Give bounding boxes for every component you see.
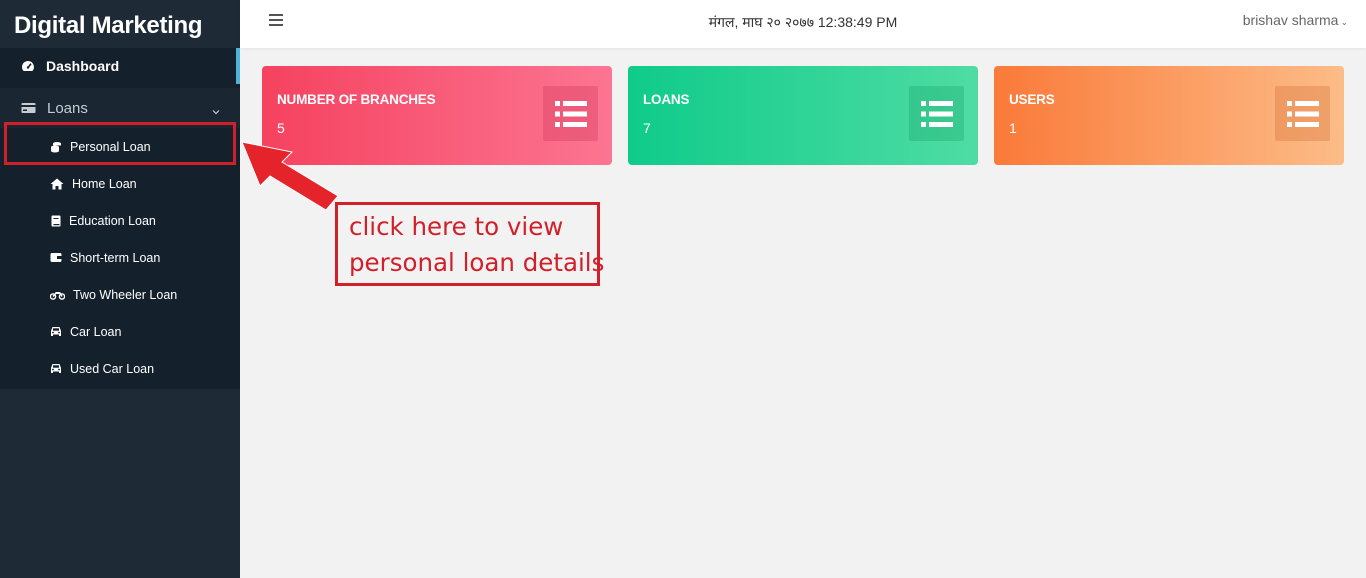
home-icon bbox=[50, 178, 64, 190]
loans-submenu: Personal Loan Home Loan Education Loan S… bbox=[0, 128, 240, 389]
book-icon bbox=[50, 215, 61, 227]
annotation-line: personal loan details bbox=[349, 248, 605, 277]
sidebar-item-short-term-loan[interactable]: Short-term Loan bbox=[0, 239, 240, 276]
sidebar-item-used-car-loan[interactable]: Used Car Loan bbox=[0, 350, 240, 387]
list-icon bbox=[1275, 86, 1330, 141]
list-icon bbox=[543, 86, 598, 141]
credit-card-icon bbox=[20, 101, 36, 115]
speedometer-icon bbox=[20, 59, 36, 73]
card-title: NUMBER OF BRANCHES bbox=[277, 92, 436, 107]
user-name: brishav sharma bbox=[1242, 12, 1339, 28]
current-datetime: मंगल, माघ २० २०७७ 12:38:49 PM bbox=[708, 14, 898, 30]
sidebar-menu: Dashboard Loans Personal Loan Home Loan … bbox=[0, 48, 240, 389]
car-icon bbox=[50, 363, 62, 375]
annotation-line: click here to view bbox=[349, 212, 564, 241]
user-menu[interactable]: brishav sharma ⌄ bbox=[1243, 12, 1348, 28]
sidebar-item-label: Loans bbox=[47, 99, 88, 117]
personal-loan-highlight-box bbox=[4, 122, 236, 165]
chevron-down-icon[interactable] bbox=[212, 102, 220, 119]
sidebar-item-car-loan[interactable]: Car Loan bbox=[0, 313, 240, 350]
sidebar: Digital Marketing Dashboard Loans Person… bbox=[0, 0, 240, 578]
car-icon bbox=[50, 326, 62, 338]
annotation-note: click here to view personal loan details bbox=[335, 202, 605, 286]
sidebar-item-label: Short-term Loan bbox=[70, 250, 161, 265]
topbar: मंगल, माघ २० २०७७ 12:38:49 PM brishav sh… bbox=[240, 0, 1366, 48]
card-value: 1 bbox=[1009, 120, 1017, 136]
pointer-arrow-icon bbox=[240, 140, 340, 217]
wallet-icon bbox=[50, 252, 62, 264]
card-title: USERS bbox=[1009, 92, 1055, 107]
card-title: LOANS bbox=[643, 92, 690, 107]
loans-card[interactable]: LOANS 7 bbox=[628, 66, 978, 165]
sidebar-item-education-loan[interactable]: Education Loan bbox=[0, 202, 240, 239]
card-value: 7 bbox=[643, 120, 651, 136]
sidebar-item-label: Home Loan bbox=[72, 176, 137, 191]
sidebar-item-home-loan[interactable]: Home Loan bbox=[0, 165, 240, 202]
sidebar-item-dashboard[interactable]: Dashboard bbox=[0, 48, 240, 84]
sidebar-item-label: Two Wheeler Loan bbox=[73, 287, 178, 302]
sidebar-item-label: Used Car Loan bbox=[70, 361, 155, 376]
sidebar-item-label: Car Loan bbox=[70, 324, 122, 339]
users-card[interactable]: USERS 1 bbox=[994, 66, 1344, 165]
sidebar-item-two-wheeler-loan[interactable]: Two Wheeler Loan bbox=[0, 276, 240, 313]
sidebar-item-label: Education Loan bbox=[69, 213, 156, 228]
list-icon bbox=[909, 86, 964, 141]
sidebar-item-label: Dashboard bbox=[46, 58, 120, 74]
card-value: 5 bbox=[277, 120, 285, 136]
brand-title[interactable]: Digital Marketing bbox=[0, 0, 240, 48]
chevron-down-icon: ⌄ bbox=[1340, 17, 1348, 27]
motorcycle-icon bbox=[50, 289, 65, 301]
